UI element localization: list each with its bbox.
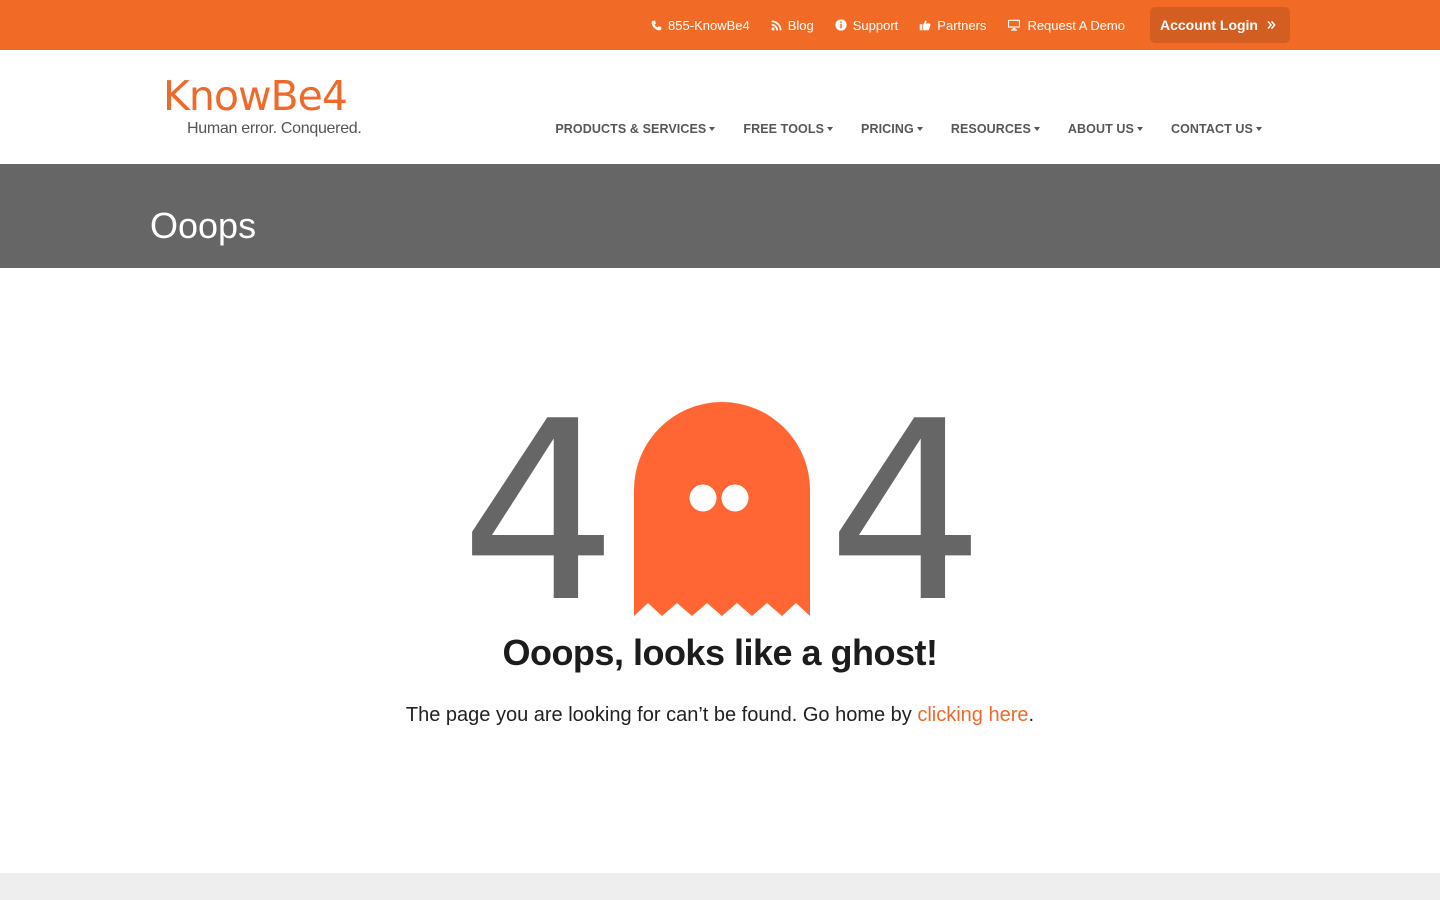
error-headline: Ooops, looks like a ghost! [502,632,938,673]
nav-label: FREE TOOLS [743,122,825,136]
site-header: KnowBe4 Human error. Conquered. PRODUCTS… [0,50,1440,164]
error-message-text: The page you are looking for can’t be fo… [405,704,918,726]
logo-tagline: Human error. Conquered. [187,120,362,137]
phone-icon [651,20,662,31]
nav-products-services[interactable]: PRODUCTS & SERVICES [555,122,716,136]
logo-wordmark: KnowBe4 [163,72,348,120]
request-demo-label: Request A Demo [1027,17,1125,33]
error-message: The page you are looking for can’t be fo… [0,704,1440,727]
caret-down-icon [1136,127,1143,131]
phone-label: 855-KnowBe4 [668,17,750,33]
request-demo-link[interactable]: Request A Demo [1007,18,1125,33]
error-message-end: . [1028,704,1035,726]
desktop-icon [1007,19,1021,31]
account-login-label: Account Login [1160,17,1258,33]
ghost-icon [633,402,811,623]
knowbe4-logo[interactable]: KnowBe4 Human error. Conquered. [163,76,373,142]
support-link[interactable]: Support [835,17,899,33]
caret-down-icon [1033,127,1040,131]
caret-down-icon [827,127,834,131]
caret-down-icon [1256,127,1262,131]
nav-label: ABOUT US [1067,122,1134,136]
nav-contact-us[interactable]: CONTACT US [1171,122,1262,136]
nav-pricing[interactable]: PRICING [861,122,923,136]
digit-four-right: 4 [827,369,985,657]
nav-label: CONTACT US [1170,122,1253,136]
digit-four-left: 4 [460,369,618,657]
page-title: Ooops [150,205,257,246]
caret-down-icon [916,127,923,131]
error-404-graphic: 4 4 [460,389,985,637]
nav-label: PRODUCTS & SERVICES [555,122,707,136]
nav-resources[interactable]: RESOURCES [951,122,1040,136]
partners-label: Partners [937,17,987,33]
blog-link[interactable]: Blog [771,18,814,33]
nav-label: RESOURCES [950,122,1031,136]
info-icon [835,19,847,31]
double-chevron-right-icon [1267,18,1276,33]
blog-label: Blog [787,17,814,33]
thumbs-up-icon [919,19,931,31]
nav-about-us[interactable]: ABOUT US [1068,122,1143,136]
page-title-band: Ooops [0,164,1440,268]
support-label: Support [852,17,899,33]
nav-label: PRICING [861,122,914,136]
account-login-button[interactable]: Account Login [1150,7,1290,43]
rss-icon [771,20,782,31]
footer-strip [0,873,1440,900]
top-links: 855-KnowBe4 Blog Support Partners Reques… [630,7,1290,43]
partners-link[interactable]: Partners [919,18,986,33]
main-nav: PRODUCTS & SERVICES FREE TOOLS PRICING R… [527,122,1262,136]
top-utility-bar: 855-KnowBe4 Blog Support Partners Reques… [0,0,1440,50]
caret-down-icon [709,127,716,131]
nav-free-tools[interactable]: FREE TOOLS [743,122,834,136]
home-link[interactable]: clicking here [917,704,1028,726]
phone-link[interactable]: 855-KnowBe4 [651,18,750,33]
